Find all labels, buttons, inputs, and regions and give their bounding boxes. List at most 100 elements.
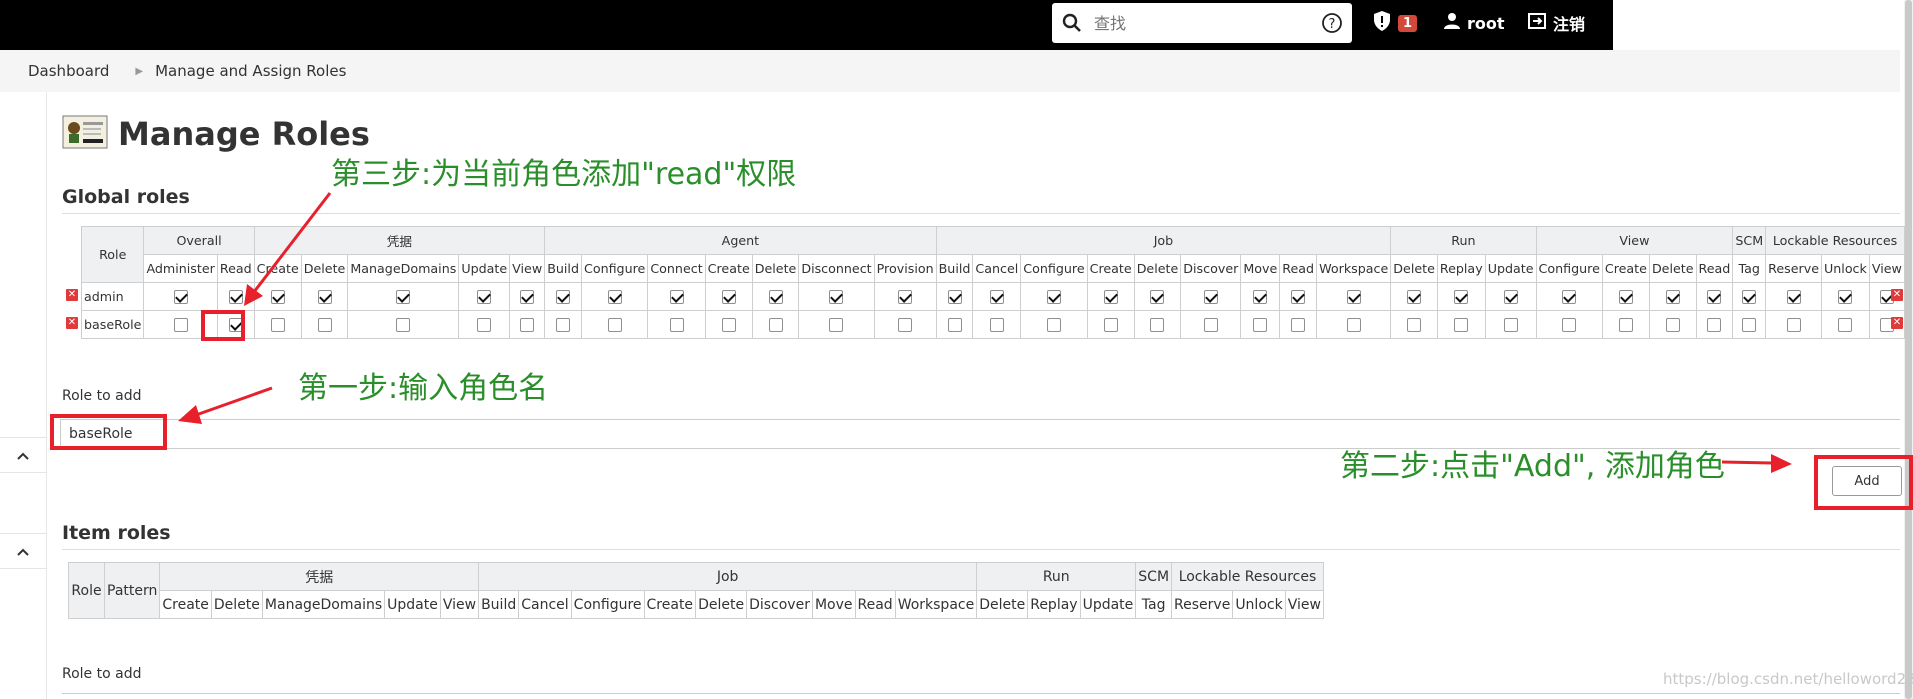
security-alerts[interactable]: 1 [1372, 0, 1418, 46]
delete-role-admin-right-icon[interactable]: ✕ [1891, 289, 1903, 301]
permission-checkbox[interactable] [556, 318, 571, 333]
collapse-button-1[interactable] [0, 437, 46, 473]
permission-checkbox[interactable] [989, 290, 1004, 305]
global-permission-header: Build [544, 254, 582, 283]
permission-checkbox[interactable] [173, 290, 188, 305]
permission-checkbox[interactable] [1046, 290, 1061, 305]
role-to-add-label: Role to add [62, 388, 142, 404]
permission-checkbox[interactable] [1618, 318, 1633, 333]
permission-checkbox[interactable] [1786, 318, 1801, 333]
permission-checkbox[interactable] [1707, 290, 1722, 305]
permission-checkbox[interactable] [1407, 318, 1422, 333]
permission-checkbox[interactable] [1707, 318, 1722, 333]
permission-checkbox[interactable] [477, 318, 492, 333]
permission-cell [1821, 282, 1870, 311]
permission-checkbox[interactable] [607, 318, 622, 333]
permission-checkbox[interactable] [898, 290, 913, 305]
permission-checkbox[interactable] [1291, 290, 1306, 305]
permission-checkbox[interactable] [829, 290, 844, 305]
permission-checkbox[interactable] [1786, 290, 1801, 305]
delete-role-baserole-right-icon[interactable]: ✕ [1891, 317, 1903, 329]
permission-checkbox[interactable] [721, 318, 736, 333]
permission-checkbox[interactable] [1253, 318, 1268, 333]
permission-cell [1180, 310, 1242, 339]
permission-cell [1086, 282, 1135, 311]
permission-cell [647, 310, 706, 339]
permission-checkbox[interactable] [396, 290, 411, 305]
item-permission-header: View [439, 590, 480, 619]
permission-checkbox[interactable] [898, 318, 913, 333]
user-menu[interactable]: root [1443, 0, 1505, 46]
permission-checkbox[interactable] [1346, 318, 1361, 333]
permission-checkbox[interactable] [520, 318, 535, 333]
permission-checkbox[interactable] [607, 290, 622, 305]
permission-checkbox[interactable] [556, 290, 571, 305]
permission-checkbox[interactable] [1562, 290, 1577, 305]
permission-checkbox[interactable] [1046, 318, 1061, 333]
permission-checkbox[interactable] [270, 318, 285, 333]
permission-checkbox[interactable] [669, 318, 684, 333]
breadcrumb-manage-roles[interactable]: Manage and Assign Roles [155, 62, 346, 80]
permission-checkbox[interactable] [1665, 318, 1680, 333]
scrollbar[interactable] [1904, 0, 1913, 699]
permission-checkbox[interactable] [1291, 318, 1306, 333]
permission-checkbox[interactable] [1103, 318, 1118, 333]
item-permission-header: Tag [1135, 590, 1173, 619]
permission-checkbox[interactable] [829, 318, 844, 333]
item-roles-rule [62, 549, 1900, 550]
permission-checkbox[interactable] [768, 318, 783, 333]
permission-checkbox[interactable] [989, 318, 1004, 333]
permission-checkbox[interactable] [317, 290, 332, 305]
permission-checkbox[interactable] [228, 290, 243, 305]
permission-cell [580, 282, 649, 311]
help-icon[interactable]: ? [1312, 12, 1352, 34]
permission-checkbox[interactable] [1150, 318, 1165, 333]
permission-checkbox[interactable] [1150, 290, 1165, 305]
breadcrumb: Dashboard ▶ Manage and Assign Roles [0, 50, 1900, 92]
global-permission-header: Delete [300, 254, 349, 283]
permission-checkbox[interactable] [1203, 318, 1218, 333]
permission-checkbox[interactable] [947, 318, 962, 333]
permission-checkbox[interactable] [1665, 290, 1680, 305]
permission-checkbox[interactable] [1454, 290, 1469, 305]
permission-checkbox[interactable] [1742, 290, 1757, 305]
permission-checkbox[interactable] [1562, 318, 1577, 333]
permission-cell [216, 282, 255, 311]
permission-checkbox[interactable] [1838, 290, 1853, 305]
delete-role-admin-icon[interactable]: ✕ [66, 289, 78, 301]
search-box[interactable]: ? [1052, 3, 1352, 43]
logout-link[interactable]: 注销 [1527, 0, 1585, 46]
search-input[interactable] [1092, 12, 1312, 34]
permission-checkbox[interactable] [1618, 290, 1633, 305]
permission-checkbox[interactable] [1503, 318, 1518, 333]
permission-checkbox[interactable] [947, 290, 962, 305]
permission-checkbox[interactable] [1503, 290, 1518, 305]
item-permission-header: Read [854, 590, 896, 619]
permission-checkbox[interactable] [1838, 318, 1853, 333]
permission-checkbox[interactable] [1742, 318, 1757, 333]
permission-checkbox[interactable] [173, 318, 188, 333]
permission-cell [1648, 310, 1697, 339]
permission-checkbox[interactable] [477, 290, 492, 305]
permission-checkbox[interactable] [669, 290, 684, 305]
permission-checkbox[interactable] [768, 290, 783, 305]
permission-checkbox[interactable] [396, 318, 411, 333]
permission-checkbox[interactable] [1346, 290, 1361, 305]
permission-checkbox[interactable] [1253, 290, 1268, 305]
permission-cell [873, 282, 937, 311]
permission-checkbox[interactable] [520, 290, 535, 305]
permission-checkbox[interactable] [1103, 290, 1118, 305]
permission-checkbox[interactable] [721, 290, 736, 305]
permission-checkbox[interactable] [1203, 290, 1218, 305]
permission-cell [1535, 282, 1603, 311]
delete-role-baserole-icon[interactable]: ✕ [66, 317, 78, 329]
permission-checkbox[interactable] [270, 290, 285, 305]
collapse-button-2[interactable] [0, 533, 46, 569]
permission-checkbox[interactable] [1407, 290, 1422, 305]
scrollbar-thumb[interactable] [1905, 0, 1912, 699]
global-permission-header-row: Administer Read Create Delete ManageDomains U… [82, 254, 1905, 283]
breadcrumb-dashboard[interactable]: Dashboard [0, 62, 109, 80]
permission-cell [873, 310, 937, 339]
permission-checkbox[interactable] [317, 318, 332, 333]
permission-checkbox[interactable] [1454, 318, 1469, 333]
